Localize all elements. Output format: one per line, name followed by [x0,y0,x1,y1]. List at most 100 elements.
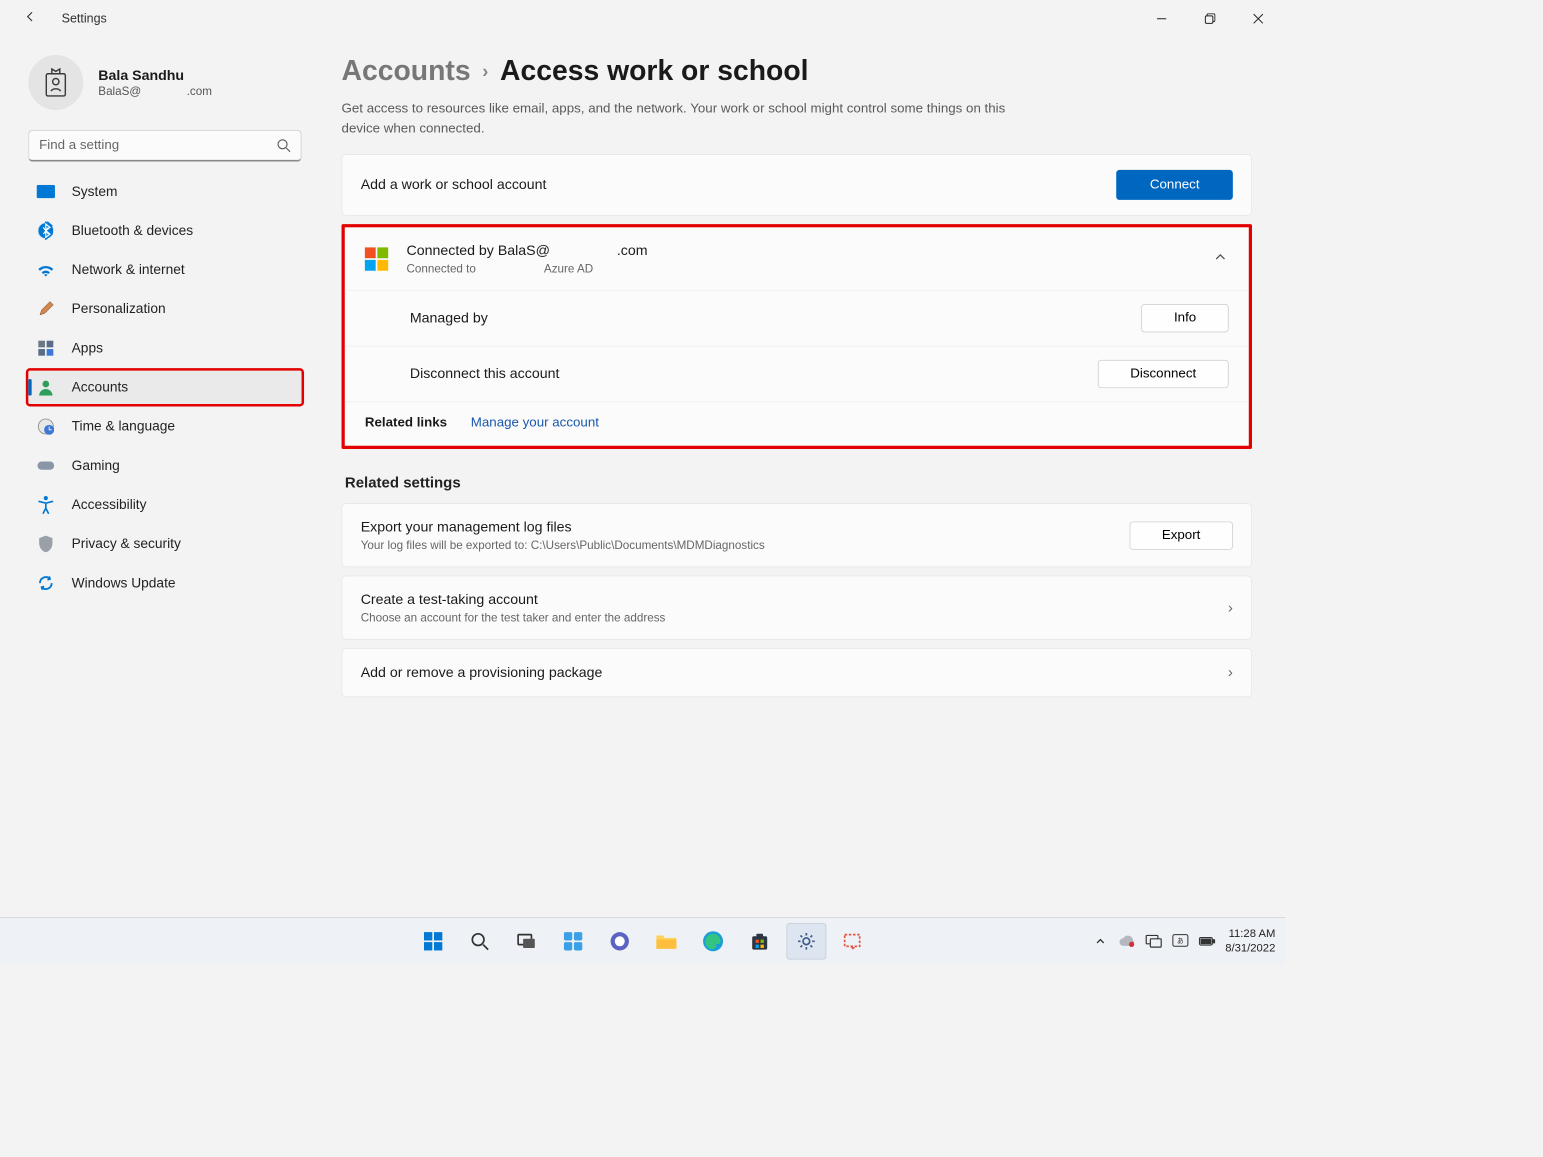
edge-browser[interactable] [693,923,733,960]
minimize-button[interactable] [1137,2,1185,34]
nav-accounts[interactable]: Accounts [27,369,304,406]
profile-name: Bala Sandhu [98,67,212,84]
nav-label: Network & internet [72,262,185,278]
add-account-label: Add a work or school account [361,177,547,194]
wifi-icon [37,261,55,279]
chevron-right-icon: › [1228,599,1233,616]
display-icon [37,182,55,200]
provisioning-card[interactable]: Add or remove a provisioning package › [342,648,1252,697]
breadcrumb-root[interactable]: Accounts [342,55,471,87]
connected-by-label: Connected by BalaS@ .com [407,242,648,259]
maximize-button[interactable] [1185,2,1233,34]
bluetooth-icon [37,222,55,240]
nav-windows-update[interactable]: Windows Update [27,565,304,602]
chevron-right-icon: › [482,60,488,82]
battery-icon[interactable] [1199,933,1216,950]
managed-by-row: Managed by Info [345,291,1249,347]
nav-gaming[interactable]: Gaming [27,447,304,484]
search-input[interactable] [28,130,301,162]
main-content: Accounts › Access work or school Get acc… [308,37,1268,917]
nav-label: Apps [72,340,103,356]
nav-network[interactable]: Network & internet [27,252,304,289]
microsoft-logo-icon [365,247,388,270]
start-button[interactable] [413,923,453,960]
profile-email: BalaS@ .com [98,84,212,97]
apps-icon [37,339,55,357]
svg-text:あ: あ [1177,937,1184,945]
avatar [28,55,83,110]
disconnect-button[interactable]: Disconnect [1098,360,1229,388]
nav-label: Windows Update [72,575,176,591]
nav-label: Gaming [72,458,120,474]
chat-button[interactable] [599,923,639,960]
export-sub: Your log files will be exported to: C:\U… [361,538,765,551]
nav-label: Time & language [72,419,175,435]
nav-label: Accounts [72,379,129,395]
close-button[interactable] [1234,2,1282,34]
search-icon [277,138,292,153]
disconnect-row: Disconnect this account Disconnect [345,347,1249,403]
clock-globe-icon [37,417,55,435]
nav-privacy[interactable]: Privacy & security [27,526,304,563]
search-box[interactable] [28,130,301,162]
nav-apps[interactable]: Apps [27,330,304,367]
connected-account-header[interactable]: Connected by BalaS@ .com Connected to Az… [345,227,1249,290]
language-icon[interactable]: あ [1172,933,1189,950]
nav-accessibility[interactable]: Accessibility [27,486,304,523]
microsoft-store[interactable] [739,923,779,960]
add-account-card: Add a work or school account Connect [342,154,1252,216]
person-icon [37,378,55,396]
disconnect-label: Disconnect this account [410,366,560,383]
brush-icon [37,300,55,318]
nav-label: Privacy & security [72,536,181,552]
nav-personalization[interactable]: Personalization [27,291,304,328]
nav-label: Accessibility [72,497,147,513]
page-title: Access work or school [500,55,809,87]
manage-account-link[interactable]: Manage your account [471,416,599,430]
export-button[interactable]: Export [1129,521,1233,549]
breadcrumb: Accounts › Access work or school [342,55,1252,87]
snipping-tool[interactable] [833,923,873,960]
taskbar-clock[interactable]: 11:28 AM 8/31/2022 [1225,927,1275,955]
task-view[interactable] [506,923,546,960]
back-button[interactable] [23,9,38,28]
file-explorer[interactable] [646,923,686,960]
test-taking-card[interactable]: Create a test-taking account Choose an a… [342,576,1252,640]
export-logs-card: Export your management log files Your lo… [342,503,1252,567]
profile-block[interactable]: Bala Sandhu BalaS@ .com [22,55,309,130]
taskbar-search[interactable] [459,923,499,960]
display-connect-icon[interactable] [1145,933,1162,950]
tray-chevron-up-icon[interactable] [1092,933,1109,950]
nav-label: System [72,184,118,200]
chevron-right-icon: › [1228,664,1233,681]
related-links-label: Related links [365,416,447,430]
related-links-row: Related links Manage your account [345,402,1249,445]
onedrive-icon[interactable] [1119,933,1136,950]
nav-label: Bluetooth & devices [72,223,193,239]
info-button[interactable]: Info [1141,304,1228,332]
window-title: Settings [62,11,107,25]
shield-icon [37,535,55,553]
test-taking-sub: Choose an account for the test taker and… [361,611,666,624]
settings-app-taskbar[interactable] [786,923,826,960]
nav-time-language[interactable]: Time & language [27,408,304,445]
connect-button[interactable]: Connect [1117,170,1233,200]
nav-system[interactable]: System [27,173,304,210]
provisioning-title: Add or remove a provisioning package [361,664,603,681]
accessibility-icon [37,496,55,514]
sidebar: Bala Sandhu BalaS@ .com System Bluetooth… [17,37,309,917]
connected-account-highlight: Connected by BalaS@ .com Connected to Az… [342,224,1252,449]
chevron-up-icon[interactable] [1214,251,1227,268]
export-title: Export your management log files [361,519,765,536]
taskbar: あ 11:28 AM 8/31/2022 [0,917,1285,964]
titlebar: Settings [0,0,1285,37]
test-taking-title: Create a test-taking account [361,591,666,608]
gamepad-icon [37,456,55,474]
update-icon [37,574,55,592]
page-subtext: Get access to resources like email, apps… [342,99,1042,139]
nav-bluetooth[interactable]: Bluetooth & devices [27,212,304,249]
widgets-button[interactable] [553,923,593,960]
nav-label: Personalization [72,301,166,317]
connected-to-label: Connected to Azure AD [407,262,648,275]
managed-by-label: Managed by [410,310,488,327]
